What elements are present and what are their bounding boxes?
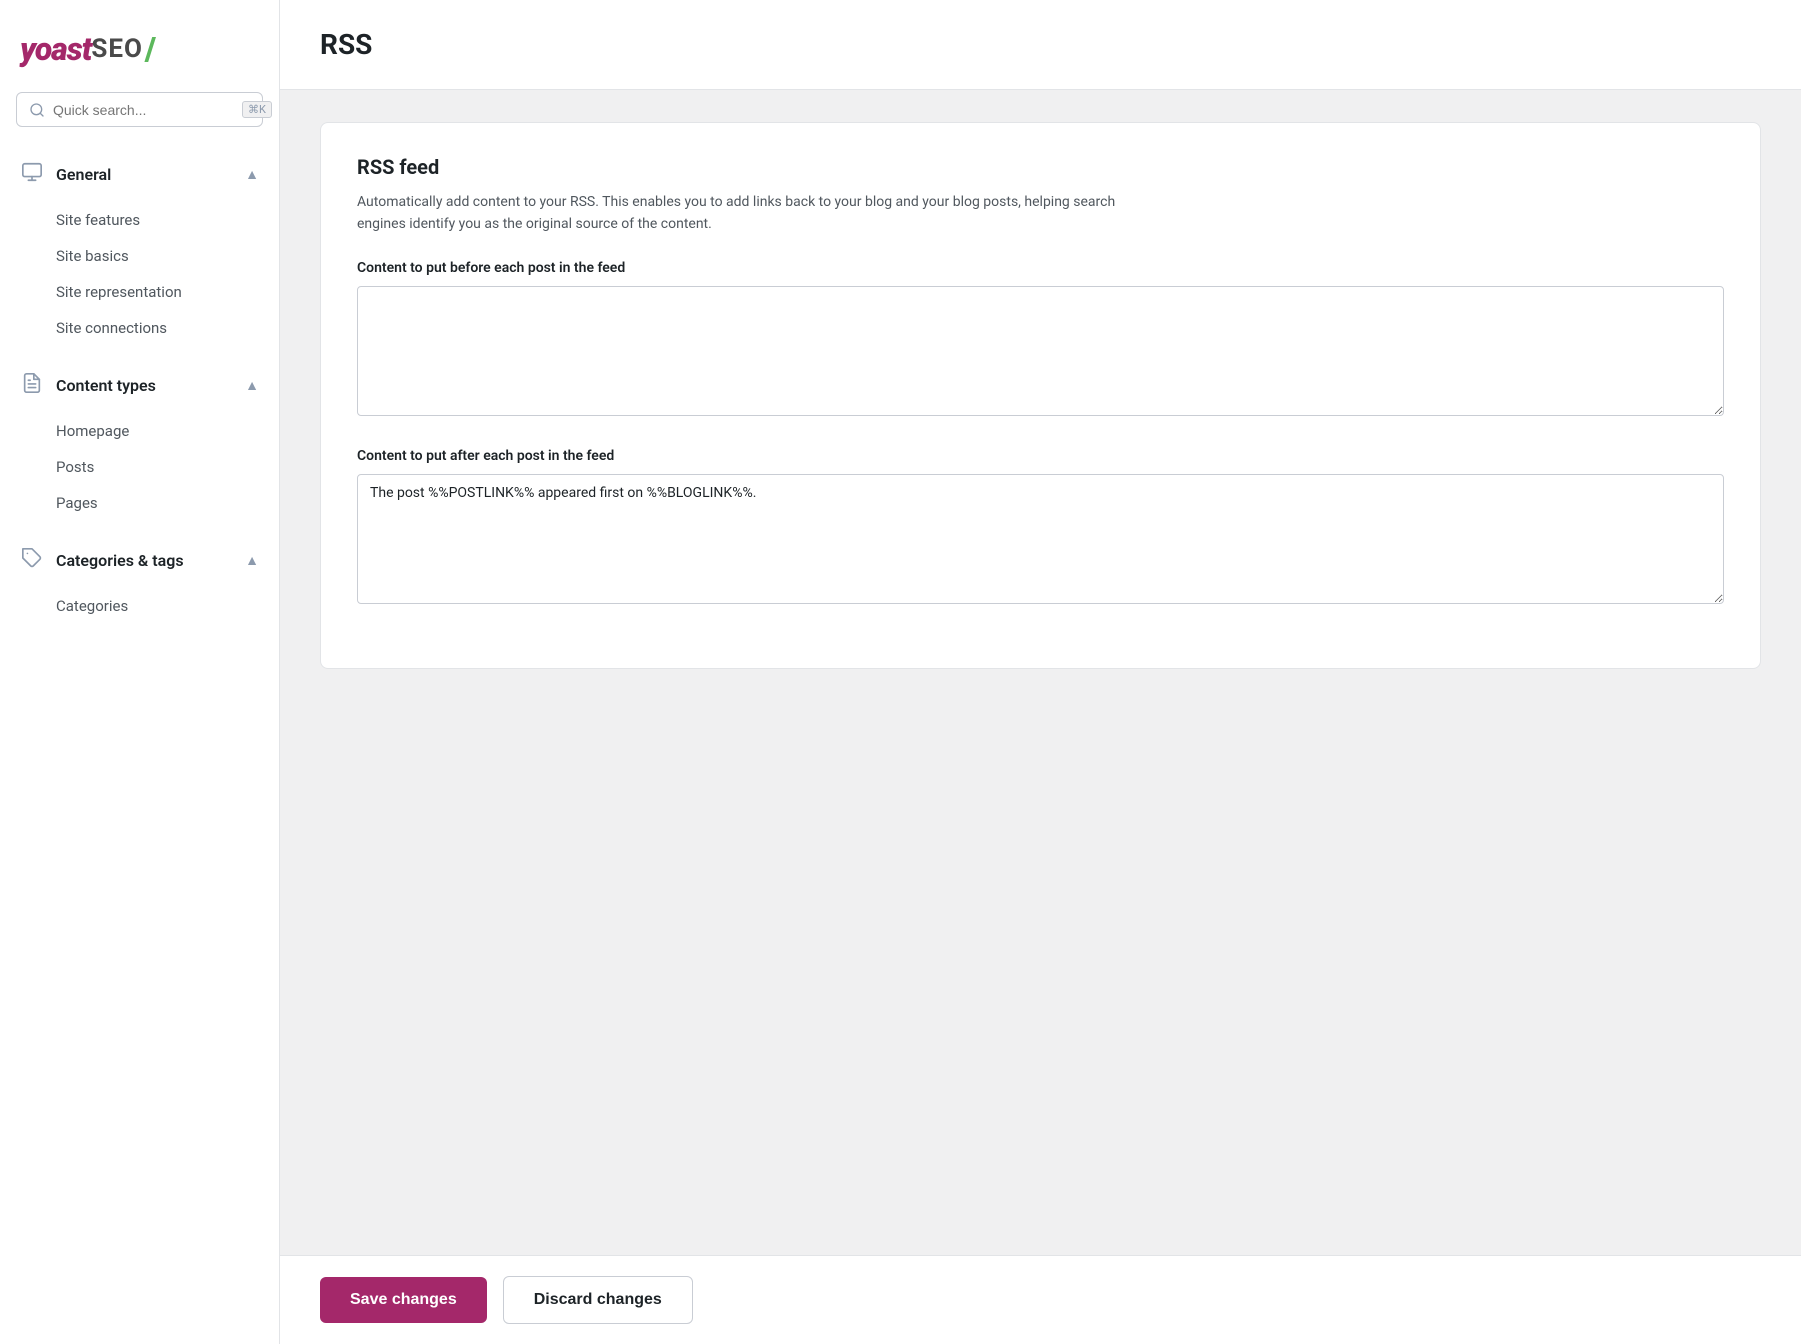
sidebar-item-pages[interactable]: Pages [0, 485, 279, 521]
sidebar-item-site-representation[interactable]: Site representation [0, 274, 279, 310]
nav-section-categories-tags: Categories & tags ▲ Categories [0, 533, 279, 632]
general-nav-items: Site features Site basics Site represent… [0, 202, 279, 354]
sidebar-item-homepage[interactable]: Homepage [0, 413, 279, 449]
content-types-nav-items: Homepage Posts Pages [0, 413, 279, 529]
categories-tags-chevron-icon: ▲ [245, 552, 259, 569]
logo-slash-icon: / [145, 30, 156, 68]
search-shortcut: ⌘K [242, 101, 272, 118]
content-types-chevron-icon: ▲ [245, 377, 259, 394]
sidebar-item-site-features[interactable]: Site features [0, 202, 279, 238]
discard-changes-button[interactable]: Discard changes [503, 1276, 693, 1324]
page-title: RSS [320, 28, 1761, 61]
save-changes-button[interactable]: Save changes [320, 1277, 487, 1323]
monitor-icon [20, 161, 44, 188]
before-field-label: Content to put before each post in the f… [357, 260, 1724, 276]
general-section-title: General [56, 165, 111, 184]
rss-feed-section-title: RSS feed [357, 155, 1724, 179]
after-field-label: Content to put after each post in the fe… [357, 448, 1724, 464]
search-box[interactable]: ⌘K [16, 92, 263, 127]
rss-feed-description: Automatically add content to your RSS. T… [357, 191, 1137, 236]
logo-seo-text: SEO [91, 34, 143, 64]
nav-section-content-types-header[interactable]: Content types ▲ [0, 358, 279, 413]
search-input[interactable] [53, 102, 234, 118]
general-chevron-icon: ▲ [245, 166, 259, 183]
nav-section-content-types: Content types ▲ Homepage Posts Pages [0, 358, 279, 529]
yoast-logo: yoast SEO / [20, 30, 259, 68]
nav-section-general-header[interactable]: General ▲ [0, 147, 279, 202]
categories-tags-nav-items: Categories [0, 588, 279, 632]
main-content: RSS RSS feed Automatically add content t… [280, 0, 1801, 1344]
sidebar-item-posts[interactable]: Posts [0, 449, 279, 485]
content-types-section-title: Content types [56, 376, 156, 395]
content-before-textarea[interactable] [357, 286, 1724, 416]
tag-icon [20, 547, 44, 574]
search-icon [29, 102, 45, 118]
nav-section-categories-tags-header[interactable]: Categories & tags ▲ [0, 533, 279, 588]
rss-feed-card: RSS feed Automatically add content to yo… [320, 122, 1761, 669]
content-area: RSS feed Automatically add content to yo… [280, 90, 1801, 1255]
sidebar-item-categories[interactable]: Categories [0, 588, 279, 624]
save-bar: Save changes Discard changes [280, 1255, 1801, 1344]
logo-yoast-text: yoast [20, 30, 91, 68]
categories-tags-section-title: Categories & tags [56, 551, 184, 570]
logo-area: yoast SEO / [0, 20, 279, 92]
nav-section-general: General ▲ Site features Site basics Site… [0, 147, 279, 354]
sidebar-item-site-connections[interactable]: Site connections [0, 310, 279, 346]
document-icon [20, 372, 44, 399]
page-header: RSS [280, 0, 1801, 90]
content-after-textarea[interactable] [357, 474, 1724, 604]
sidebar: yoast SEO / ⌘K General ▲ [0, 0, 280, 1344]
sidebar-item-site-basics[interactable]: Site basics [0, 238, 279, 274]
